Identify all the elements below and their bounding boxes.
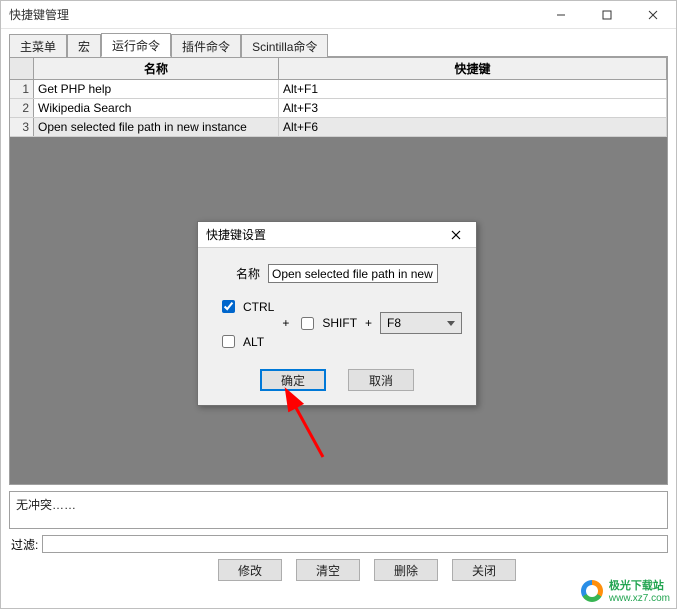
ctrl-checkbox-row[interactable]: CTRL: [218, 297, 274, 316]
modify-button[interactable]: 修改: [218, 559, 282, 581]
dialog-titlebar: 快捷键设置: [198, 222, 476, 248]
row-name: Wikipedia Search: [34, 99, 279, 117]
dialog-modifiers-left: CTRL ALT: [218, 295, 274, 351]
dialog-name-input[interactable]: [268, 264, 438, 283]
tab-run-command[interactable]: 运行命令: [101, 33, 171, 57]
table-body: 1 Get PHP help Alt+F1 2 Wikipedia Search…: [10, 80, 667, 137]
close-button[interactable]: 关闭: [452, 559, 516, 581]
row-name: Open selected file path in new instance: [34, 118, 279, 136]
close-window-button[interactable]: [630, 1, 676, 29]
row-key: Alt+F1: [279, 80, 667, 98]
row-key: Alt+F3: [279, 99, 667, 117]
dialog-name-row: 名称: [212, 264, 462, 283]
shift-checkbox[interactable]: [301, 317, 314, 330]
dialog-name-label: 名称: [236, 265, 260, 282]
alt-checkbox[interactable]: [222, 335, 235, 348]
tab-macro[interactable]: 宏: [67, 34, 101, 57]
clear-button[interactable]: 清空: [296, 559, 360, 581]
row-number: 1: [10, 80, 34, 98]
filter-input[interactable]: [42, 535, 668, 553]
table-header-num: [10, 58, 34, 79]
table-row[interactable]: 2 Wikipedia Search Alt+F3: [10, 99, 667, 118]
shift-checkbox-row[interactable]: SHIFT: [297, 314, 357, 333]
tab-main-menu[interactable]: 主菜单: [9, 34, 67, 57]
close-icon: [451, 230, 461, 240]
tab-scintilla-command[interactable]: Scintilla命令: [241, 34, 328, 57]
shortcut-table: 名称 快捷键 1 Get PHP help Alt+F1 2 Wikipedia…: [10, 58, 667, 138]
watermark-text-2: www.xz7.com: [609, 593, 670, 604]
maximize-button[interactable]: [584, 1, 630, 29]
key-select-value: F8: [387, 316, 401, 330]
table-row[interactable]: 3 Open selected file path in new instanc…: [10, 118, 667, 137]
tabs: 主菜单 宏 运行命令 插件命令 Scintilla命令: [9, 35, 668, 57]
ctrl-checkbox[interactable]: [222, 300, 235, 313]
table-header: 名称 快捷键: [10, 58, 667, 80]
watermark: 极光下载站 www.xz7.com: [581, 577, 670, 604]
dialog-close-button[interactable]: [436, 222, 476, 248]
minimize-icon: [556, 10, 566, 20]
dialog-title: 快捷键设置: [198, 226, 436, 243]
dialog-body: 名称 CTRL ALT + SHIFT: [198, 248, 476, 405]
window-title: 快捷键管理: [9, 6, 69, 23]
shift-label: SHIFT: [322, 316, 357, 330]
cancel-button[interactable]: 取消: [348, 369, 414, 391]
key-select[interactable]: F8: [380, 312, 462, 334]
watermark-logo-icon: [581, 580, 603, 602]
plus-1: +: [274, 316, 297, 330]
table-header-name[interactable]: 名称: [34, 58, 279, 79]
alt-label: ALT: [243, 335, 264, 349]
plus-2: +: [357, 316, 380, 330]
delete-button[interactable]: 删除: [374, 559, 438, 581]
table-header-key[interactable]: 快捷键: [279, 58, 667, 79]
table-row[interactable]: 1 Get PHP help Alt+F1: [10, 80, 667, 99]
conflict-status: 无冲突……: [9, 491, 668, 529]
minimize-button[interactable]: [538, 1, 584, 29]
shortcut-manager-window: 快捷键管理 主菜单 宏 运行命令 插件命令 Scintilla命令 名称 快捷键: [0, 0, 677, 609]
filter-row: 过滤:: [9, 535, 668, 553]
ctrl-label: CTRL: [243, 300, 274, 314]
shortcut-settings-dialog: 快捷键设置 名称 CTRL ALT: [197, 221, 477, 406]
tab-plugin-command[interactable]: 插件命令: [171, 34, 241, 57]
maximize-icon: [602, 10, 612, 20]
ok-button[interactable]: 确定: [260, 369, 326, 391]
bottom-button-bar: 修改 清空 删除 关闭: [1, 559, 676, 581]
alt-checkbox-row[interactable]: ALT: [218, 332, 274, 351]
row-number: 2: [10, 99, 34, 117]
titlebar: 快捷键管理: [1, 1, 676, 29]
dialog-buttons: 确定 取消: [212, 369, 462, 391]
filter-label: 过滤:: [9, 536, 38, 553]
status-area: 无冲突…… 过滤:: [9, 491, 668, 553]
row-name: Get PHP help: [34, 80, 279, 98]
row-number: 3: [10, 118, 34, 136]
close-icon: [648, 10, 658, 20]
row-key: Alt+F6: [279, 118, 667, 136]
dialog-modifiers-row: CTRL ALT + SHIFT + F8: [212, 295, 462, 351]
